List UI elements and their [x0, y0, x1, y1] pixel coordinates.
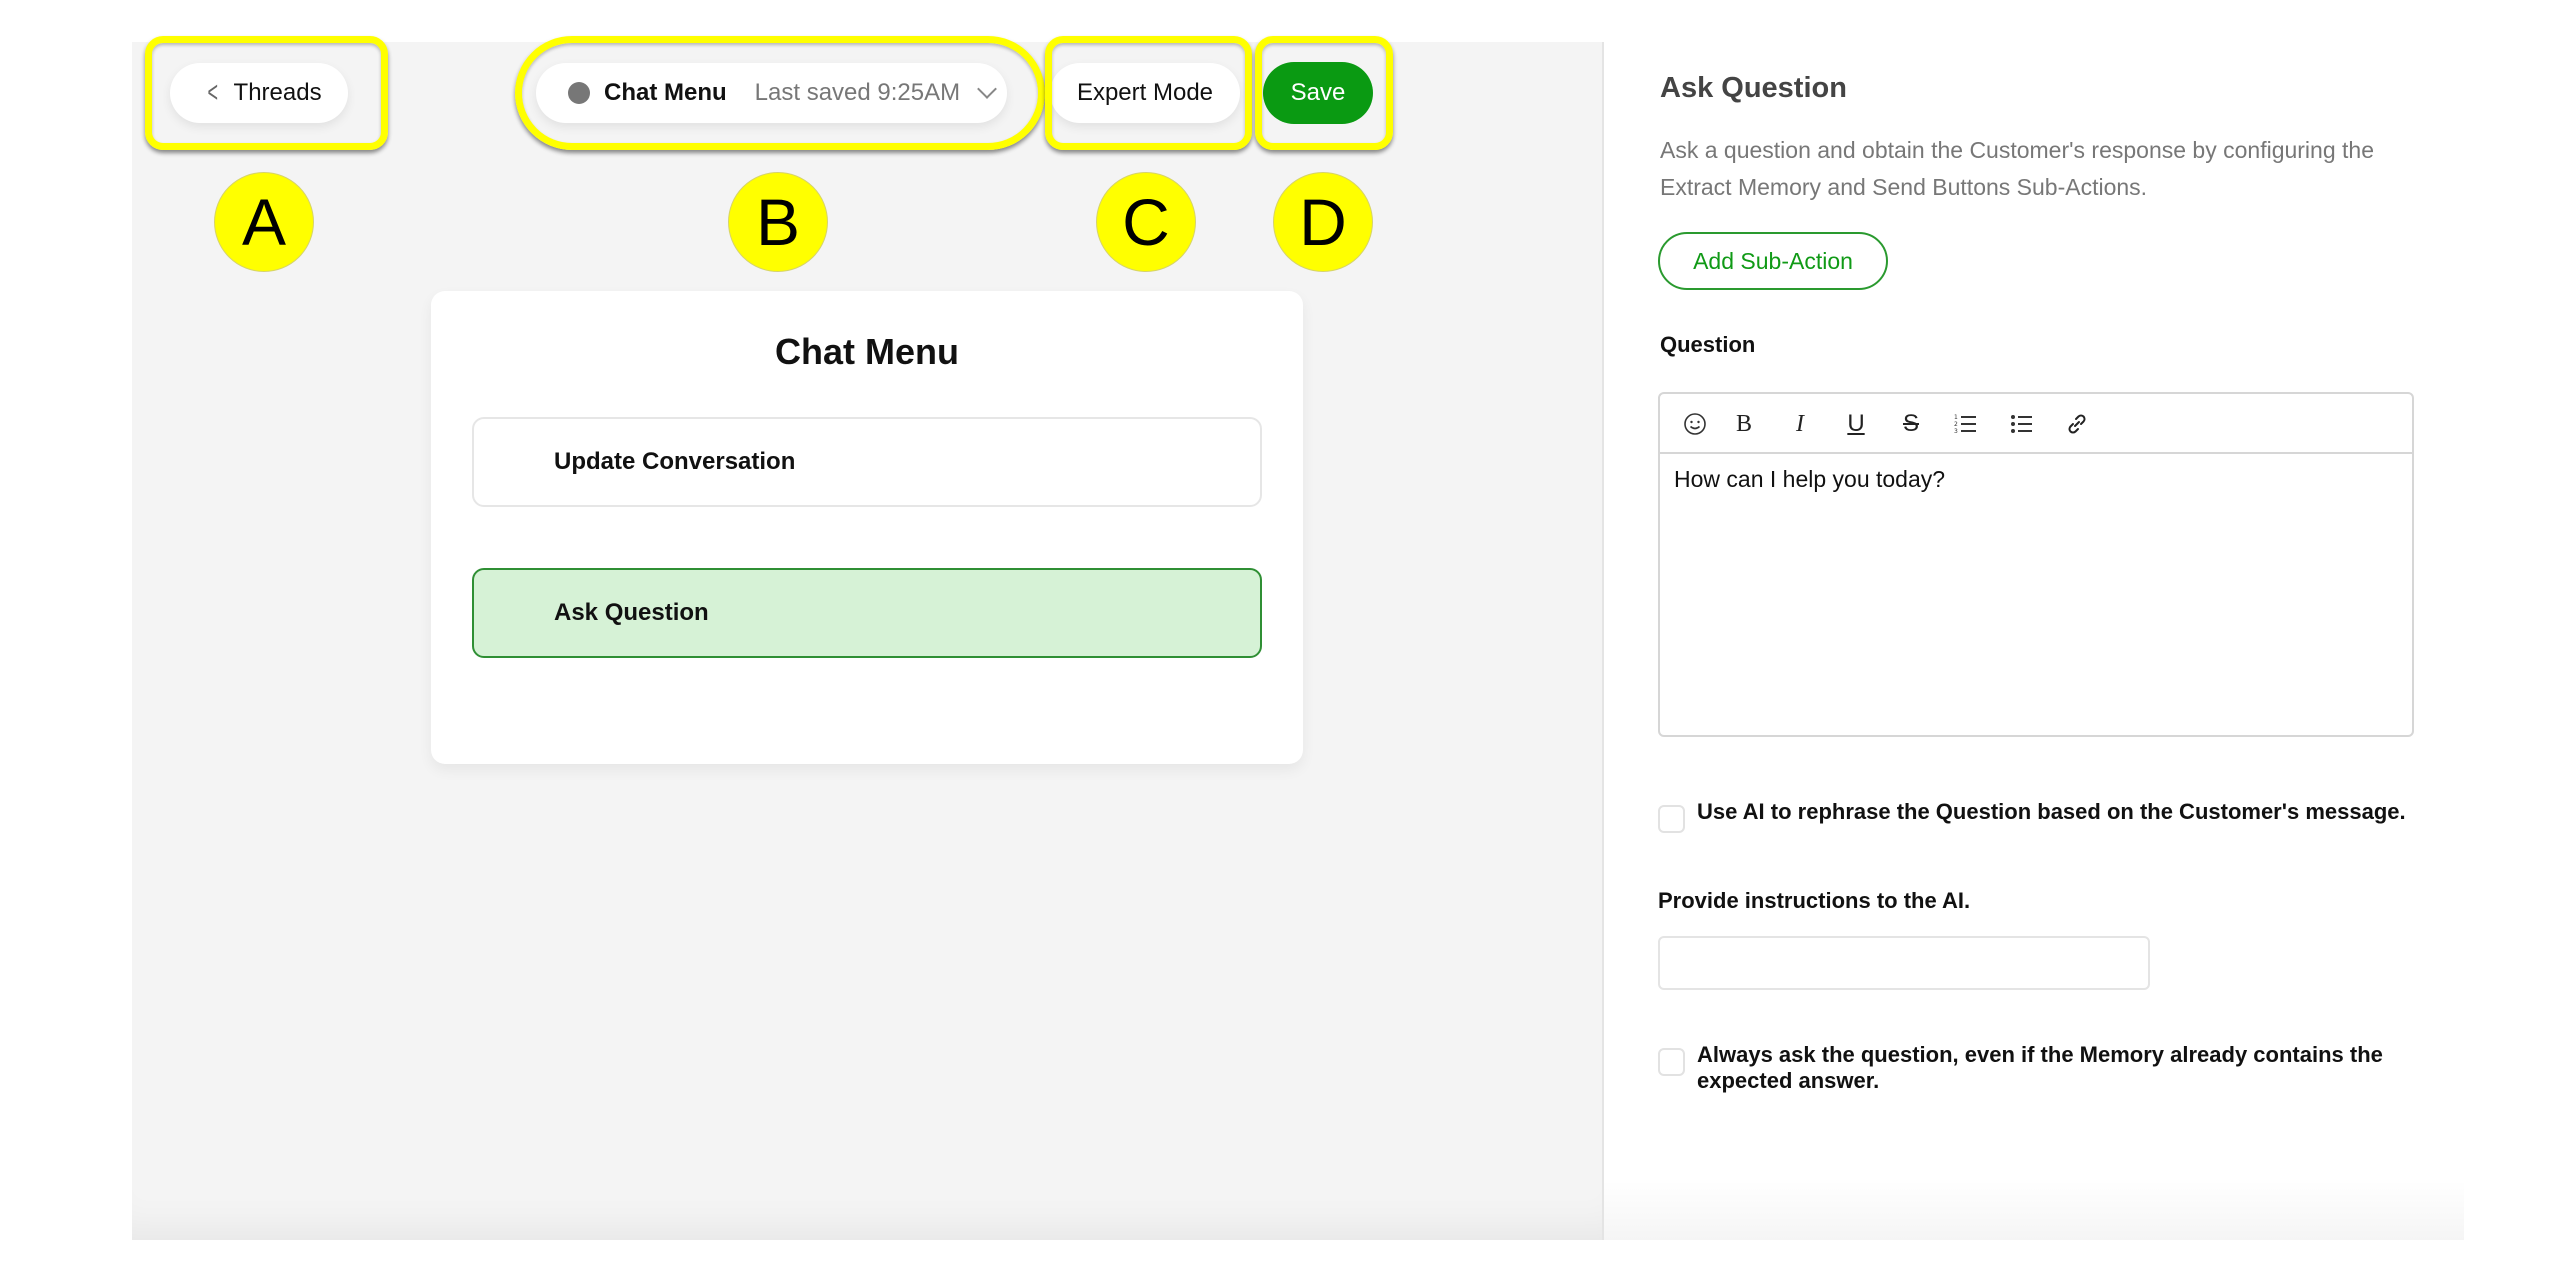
panel-description: Ask a question and obtain the Customer's… [1660, 137, 2374, 200]
panel-divider [1602, 42, 1604, 1240]
rephrase-option: Use AI to rephrase the Question based on… [1658, 799, 2417, 833]
question-editor: B I U S 123 How can I help you today? [1658, 392, 2414, 737]
rephrase-checkbox[interactable] [1658, 805, 1685, 833]
strikethrough-icon[interactable]: S [1893, 406, 1929, 442]
chat-menu-card: Chat Menu Update Conversation Ask Questi… [431, 291, 1303, 764]
action-item-label: Update Conversation [554, 448, 796, 475]
annotation-box-d [1255, 36, 1393, 150]
annotation-label-c: C [1096, 172, 1196, 272]
annotation-box-a [145, 36, 388, 150]
card-title: Chat Menu [775, 331, 959, 372]
question-text-area[interactable]: How can I help you today? [1660, 454, 2412, 735]
annotation-box-c [1045, 36, 1252, 150]
action-item-update-conversation[interactable]: Update Conversation [472, 417, 1262, 507]
ai-instructions-input[interactable] [1658, 936, 2150, 990]
always-ask-checkbox[interactable] [1658, 1048, 1685, 1076]
svg-text:1: 1 [1954, 414, 1958, 421]
add-sub-action-button[interactable]: Add Sub-Action [1658, 232, 1888, 290]
underline-icon[interactable]: U [1838, 406, 1874, 442]
annotation-label-b: B [728, 172, 828, 272]
question-label: Question [1660, 332, 1756, 357]
bold-icon[interactable]: B [1726, 406, 1762, 442]
instructions-label: Provide instructions to the AI. [1658, 888, 1971, 913]
always-ask-option: Always ask the question, even if the Mem… [1658, 1042, 2417, 1094]
annotation-box-b [515, 36, 1045, 150]
annotation-label-d: D [1273, 172, 1373, 272]
editor-toolbar: B I U S 123 [1660, 394, 2412, 454]
annotation-label-a: A [214, 172, 314, 272]
ordered-list-icon[interactable]: 123 [1948, 406, 1984, 442]
rephrase-checkbox-label: Use AI to rephrase the Question based on… [1697, 799, 2406, 824]
link-icon[interactable] [2059, 406, 2095, 442]
action-item-ask-question[interactable]: Ask Question [472, 568, 1262, 658]
action-item-label: Ask Question [554, 599, 709, 626]
always-ask-checkbox-label: Always ask the question, even if the Mem… [1697, 1042, 2383, 1093]
svg-text:2: 2 [1954, 421, 1958, 428]
emoji-icon[interactable] [1677, 406, 1713, 442]
italic-icon[interactable]: I [1782, 406, 1818, 442]
panel-title: Ask Question [1660, 72, 1847, 104]
svg-text:3: 3 [1954, 428, 1958, 435]
bullet-list-icon[interactable] [2004, 406, 2040, 442]
